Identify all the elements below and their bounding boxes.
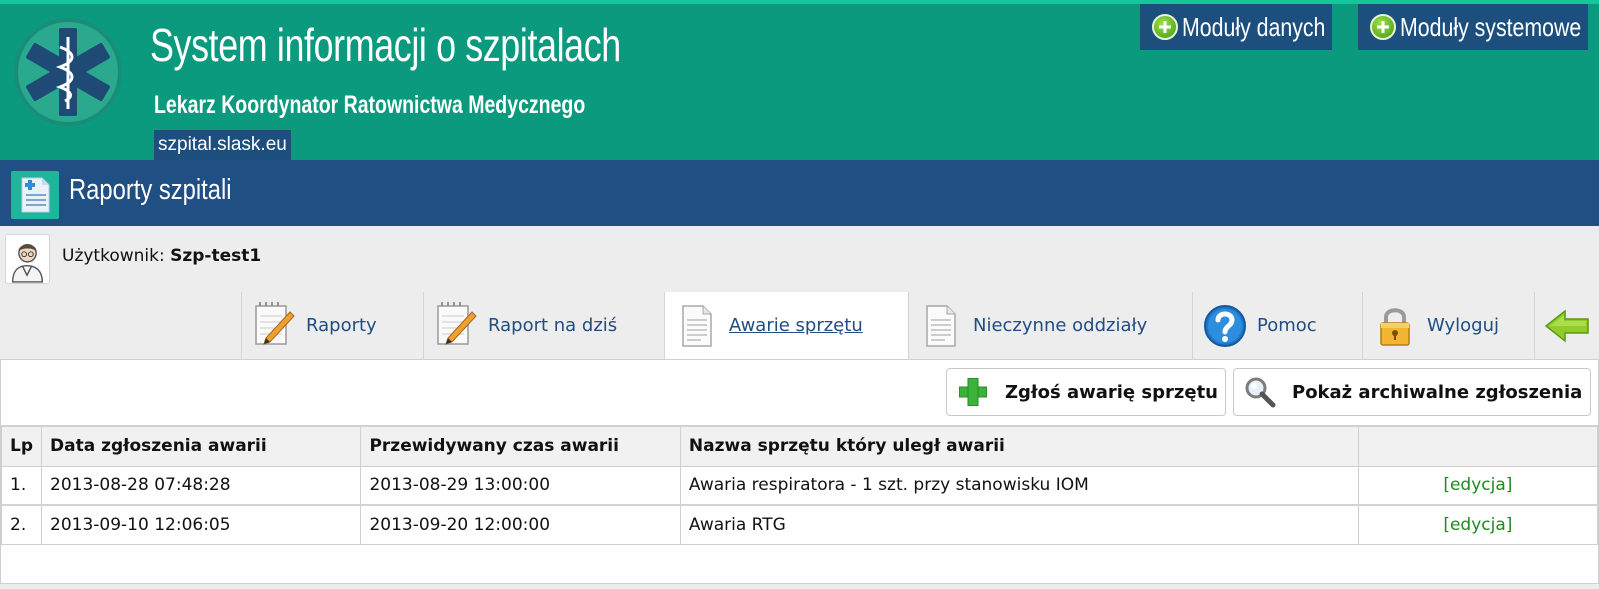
system-modules-button[interactable]: Moduły systemowe — [1358, 4, 1588, 50]
tab-label: Awarie sprzętu — [729, 315, 863, 336]
show-archive-button[interactable]: Pokaż archiwalne zgłoszenia — [1233, 368, 1591, 416]
green-plus-icon — [957, 376, 989, 408]
document-icon — [926, 304, 956, 347]
site-title: System informacji o szpitalach — [150, 19, 621, 71]
star-of-life-icon — [14, 18, 122, 126]
tab-label: Pomoc — [1257, 315, 1317, 336]
table-row: 2. 2013-09-10 12:06:05 2013-09-20 12:00:… — [0, 504, 1599, 545]
column-header-equipment: Nazwa sprzętu który uległ awarii — [679, 425, 1359, 467]
data-modules-label: Moduły danych — [1182, 11, 1326, 42]
tab-label: Raporty — [306, 315, 377, 336]
cell-expected: 2013-09-20 12:00:00 — [360, 504, 681, 545]
failures-panel: Zgłoś awarię sprzętu Pokaż archiwalne zg… — [0, 359, 1599, 584]
table-header-row: Lp Data zgłoszenia awarii Przewidywany c… — [0, 425, 1599, 467]
column-header-expected: Przewidywany czas awarii — [360, 425, 681, 467]
help-icon — [1204, 304, 1246, 347]
notepad-pencil-icon — [255, 301, 295, 345]
back-button[interactable] — [1534, 292, 1596, 359]
column-header-reported: Data zgłoszenia awarii — [41, 425, 362, 467]
cell-actions: [edycja] — [1357, 504, 1599, 545]
tab-nieczynne-oddzialy[interactable]: Nieczynne oddziały — [908, 292, 1192, 359]
failures-table: Lp Data zgłoszenia awarii Przewidywany c… — [0, 425, 1599, 545]
table-row: 1. 2013-08-28 07:48:28 2013-08-29 13:00:… — [0, 465, 1599, 506]
system-modules-label: Moduły systemowe — [1400, 11, 1582, 42]
cell-equipment: Awaria RTG — [679, 504, 1359, 545]
cell-lp: 1. — [0, 465, 43, 506]
cell-actions: [edycja] — [1357, 465, 1599, 506]
tab-label: Nieczynne oddziały — [973, 315, 1148, 336]
cell-expected: 2013-08-29 13:00:00 — [360, 465, 681, 506]
cell-reported: 2013-08-28 07:48:28 — [41, 465, 362, 506]
back-arrow-icon — [1544, 308, 1589, 343]
doctor-avatar-icon — [5, 234, 50, 284]
main-tabs: Raporty Raport na dziś Awarie sprzętu Ni… — [241, 292, 1596, 359]
user-name: Szp-test1 — [170, 246, 262, 266]
page-title: Raporty szpitali — [69, 174, 232, 206]
tab-pomoc[interactable]: Pomoc — [1192, 292, 1362, 359]
page-titlebar: Raporty szpitali — [0, 160, 1599, 226]
report-document-icon — [11, 171, 59, 219]
column-header-actions — [1357, 425, 1599, 467]
plus-icon — [1370, 14, 1396, 40]
edit-link[interactable]: [edycja] — [1443, 515, 1512, 535]
site-header: System informacji o szpitalach Lekarz Ko… — [0, 0, 1599, 160]
document-icon — [682, 304, 712, 347]
edit-link[interactable]: [edycja] — [1443, 475, 1512, 495]
tab-label: Raport na dziś — [488, 315, 618, 336]
site-url-badge: szpital.slask.eu — [154, 130, 291, 160]
cell-lp: 2. — [0, 504, 43, 545]
data-modules-button[interactable]: Moduły danych — [1140, 4, 1332, 50]
tab-wyloguj[interactable]: Wyloguj — [1362, 292, 1534, 359]
show-archive-label: Pokaż archiwalne zgłoszenia — [1292, 381, 1583, 403]
padlock-icon — [1380, 307, 1410, 346]
cell-reported: 2013-09-10 12:06:05 — [41, 504, 362, 545]
plus-icon — [1152, 14, 1178, 40]
user-label: Użytkownik: — [62, 246, 165, 266]
magnifier-icon — [1245, 377, 1276, 408]
report-failure-label: Zgłoś awarię sprzętu — [1005, 381, 1218, 403]
tab-raport-na-dzis[interactable]: Raport na dziś — [423, 292, 664, 359]
tab-awarie-sprzetu[interactable]: Awarie sprzętu — [664, 292, 908, 359]
report-failure-button[interactable]: Zgłoś awarię sprzętu — [946, 368, 1226, 416]
cell-equipment: Awaria respiratora - 1 szt. przy stanowi… — [679, 465, 1359, 506]
user-info: Użytkownik: Szp-test1 — [62, 246, 261, 266]
notepad-pencil-icon — [437, 301, 477, 345]
tab-raporty[interactable]: Raporty — [241, 292, 423, 359]
tab-label: Wyloguj — [1427, 315, 1499, 336]
site-subtitle: Lekarz Koordynator Ratownictwa Medyczneg… — [154, 91, 586, 119]
column-header-lp: Lp — [0, 425, 43, 467]
